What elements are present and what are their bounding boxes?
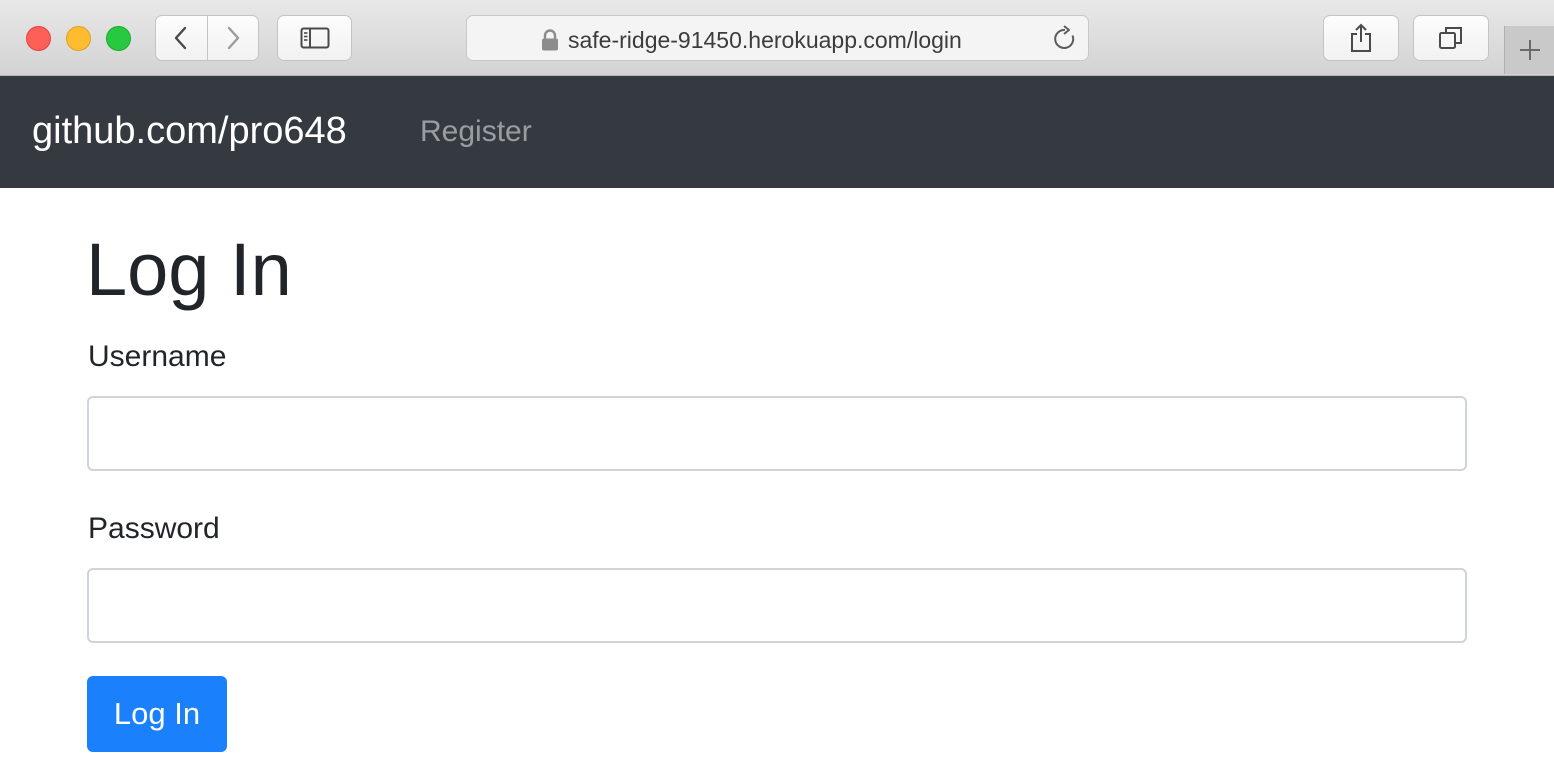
register-link[interactable]: Register: [420, 115, 532, 149]
sidebar-icon: [300, 27, 329, 49]
address-bar[interactable]: safe-ridge-91450.herokuapp.com/login: [466, 15, 1089, 61]
zoom-window-button[interactable]: [106, 26, 131, 51]
sidebar-toggle-button[interactable]: [277, 15, 352, 61]
new-tab-button[interactable]: [1504, 26, 1554, 74]
plus-icon: [1519, 40, 1540, 60]
share-button[interactable]: [1323, 15, 1399, 61]
page-title: Log In: [86, 228, 292, 311]
back-button[interactable]: [156, 16, 207, 60]
password-input[interactable]: [87, 568, 1467, 643]
password-label: Password: [88, 512, 220, 545]
username-label: Username: [88, 340, 227, 373]
minimize-window-button[interactable]: [66, 26, 91, 51]
chevron-right-icon: [227, 26, 239, 50]
forward-button[interactable]: [207, 16, 258, 60]
tabs-overview-icon: [1439, 27, 1462, 49]
close-window-button[interactable]: [26, 26, 51, 51]
site-navbar: github.com/pro648 Register: [0, 76, 1554, 188]
username-input[interactable]: [87, 396, 1467, 471]
url-text: safe-ridge-91450.herokuapp.com/login: [568, 27, 962, 53]
browser-toolbar: safe-ridge-91450.herokuapp.com/login: [0, 0, 1554, 76]
share-icon: [1351, 23, 1371, 52]
navbar-brand-link[interactable]: github.com/pro648: [32, 110, 347, 153]
lock-icon: [542, 29, 558, 51]
history-nav-group: [155, 15, 259, 61]
login-submit-button[interactable]: Log In: [87, 676, 227, 752]
reload-icon[interactable]: [1052, 25, 1078, 53]
chevron-left-icon: [175, 26, 187, 50]
tab-overview-button[interactable]: [1413, 15, 1489, 61]
